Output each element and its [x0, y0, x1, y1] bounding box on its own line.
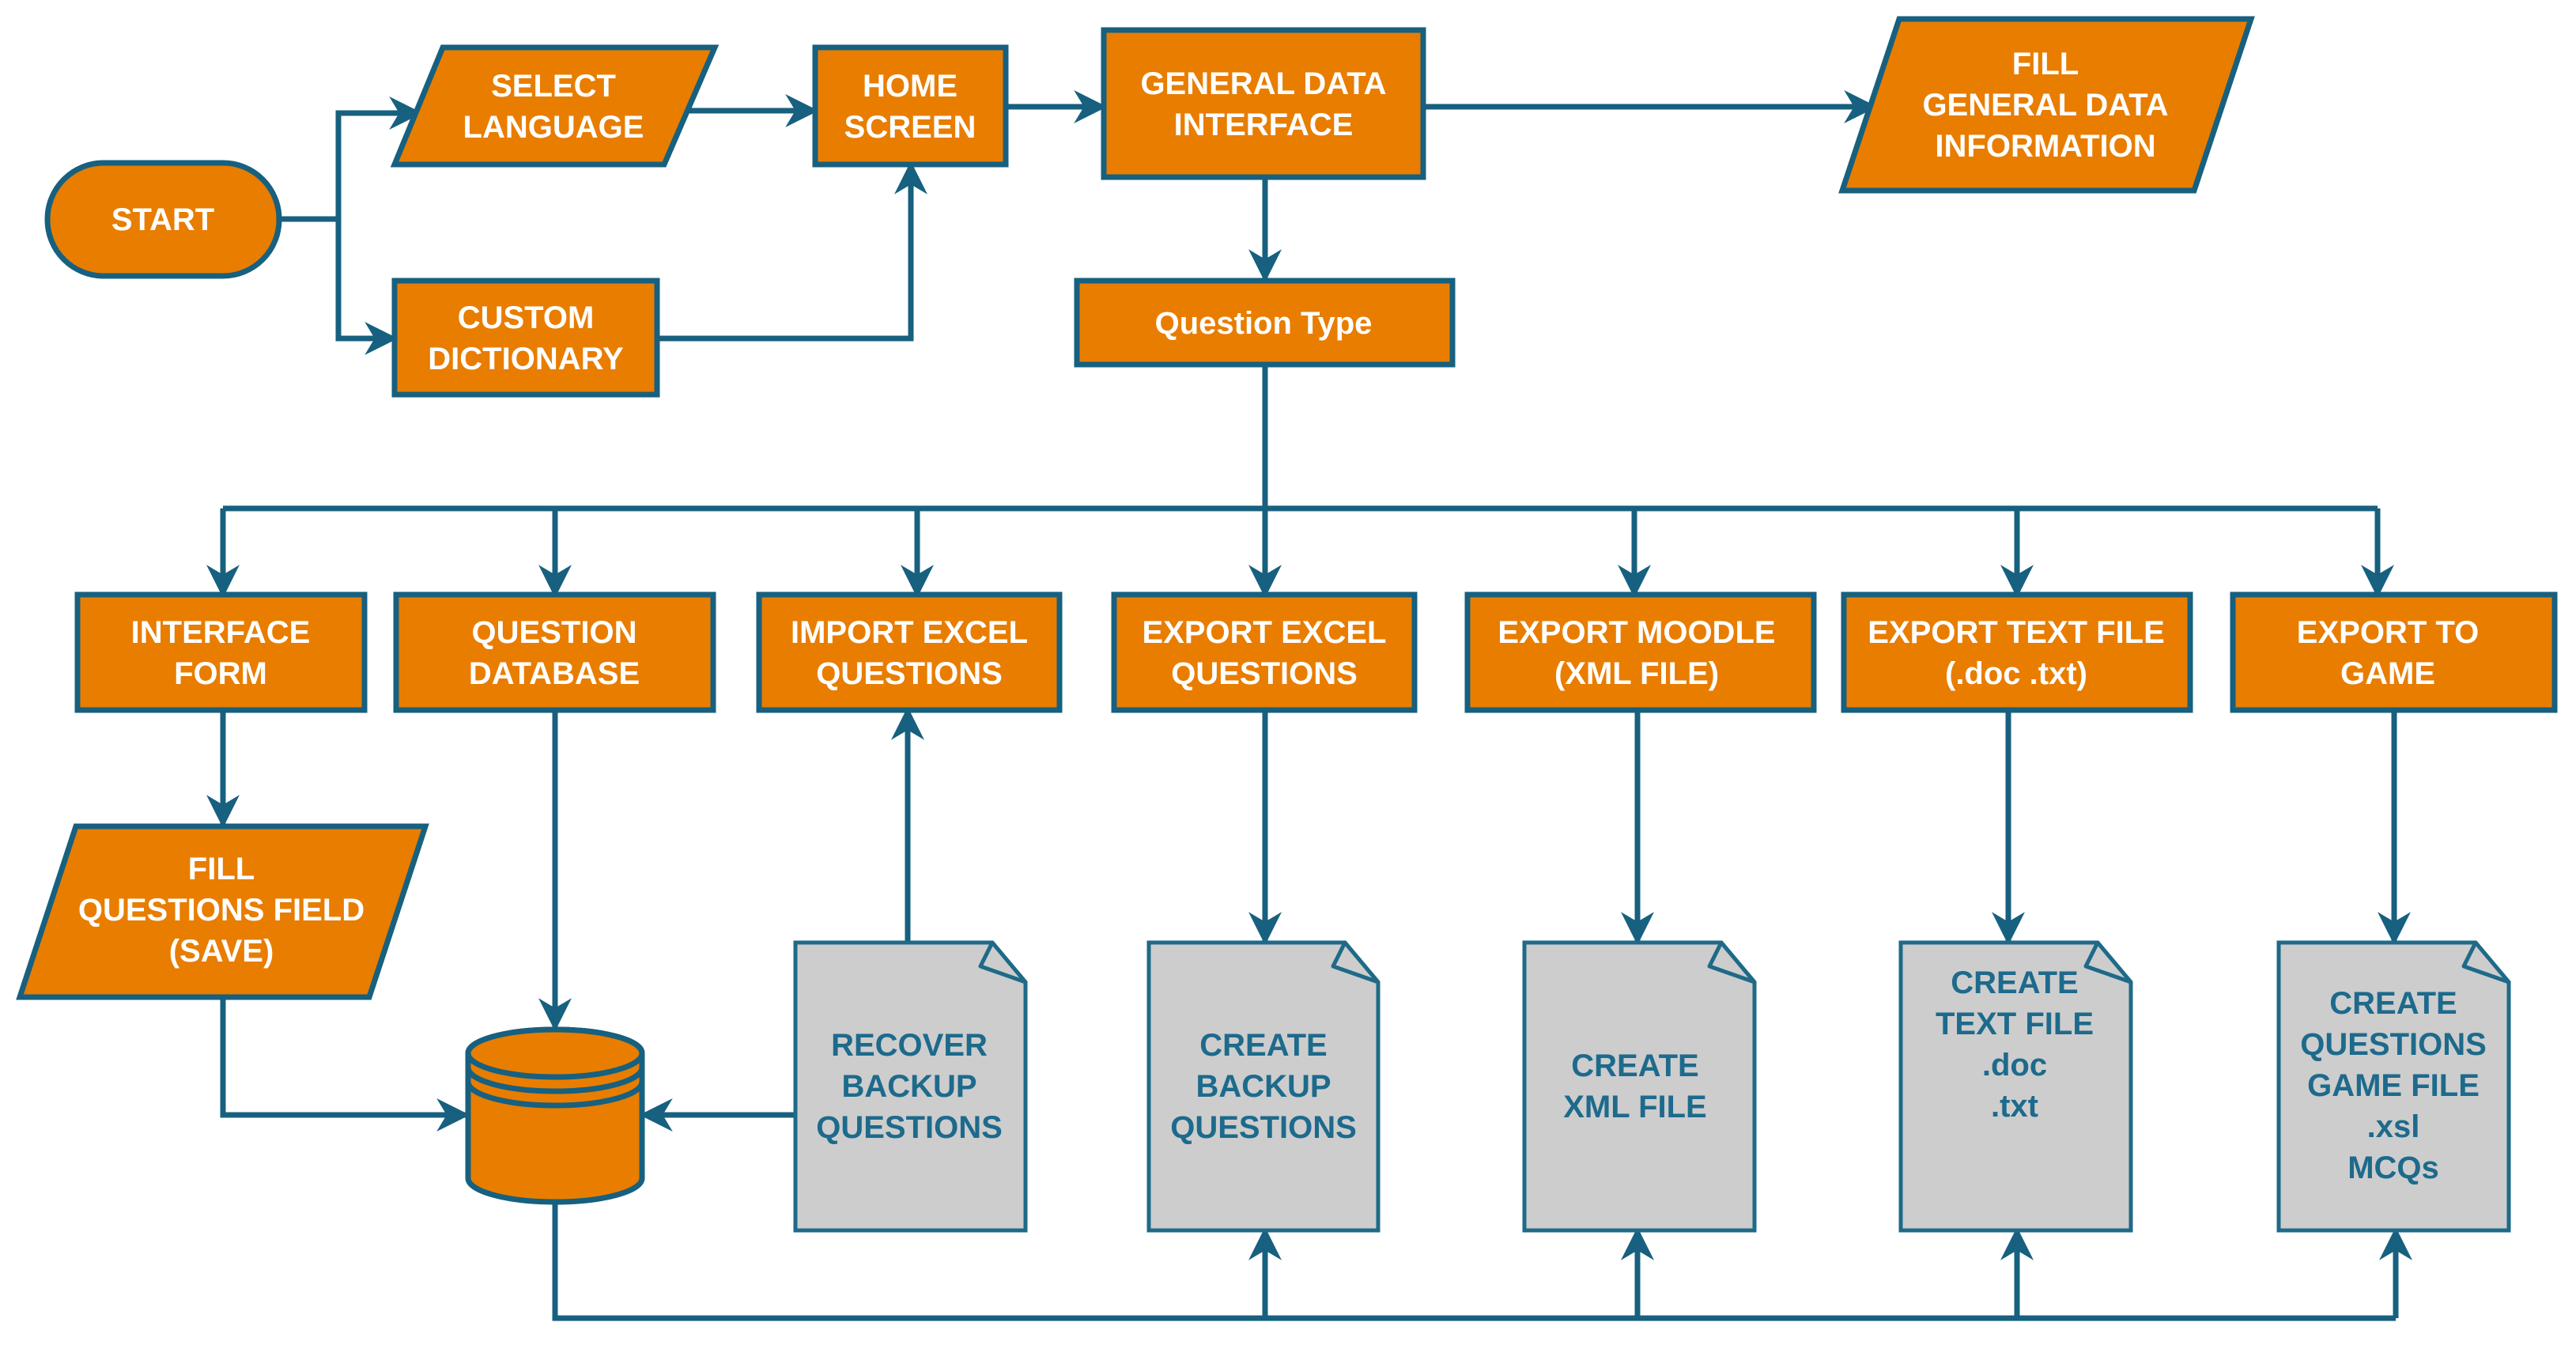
- label-line: HOME: [863, 69, 958, 104]
- node-create-backup[interactable]: CREATE BACKUP QUESTIONS: [1146, 940, 1381, 1233]
- general-data-interface-box: [1101, 27, 1426, 180]
- node-export-excel[interactable]: EXPORT EXCEL QUESTIONS: [1111, 591, 1418, 713]
- label-line: MCQs: [2347, 1151, 2439, 1185]
- label-line: EXPORT MOODLE: [1498, 615, 1775, 650]
- node-home-screen[interactable]: HOME SCREEN: [812, 44, 1009, 168]
- label-line: SELECT: [491, 69, 616, 104]
- label-line: CREATE: [2329, 986, 2457, 1021]
- label-line: INTERFACE: [1174, 108, 1354, 142]
- interface-form-box: [74, 591, 368, 713]
- label-line: CREATE: [1951, 965, 2078, 1000]
- node-select-language[interactable]: SELECT LANGUAGE: [390, 44, 720, 168]
- export-game-box: [2230, 591, 2558, 713]
- export-text-box: [1841, 591, 2193, 713]
- database-cylinder-top: [465, 1026, 645, 1080]
- node-import-excel[interactable]: IMPORT EXCEL QUESTIONS: [756, 591, 1063, 713]
- edge-fill-questions-to-database: [220, 999, 470, 1132]
- label-line: XML FILE: [1563, 1090, 1706, 1124]
- label-line: SCREEN: [844, 110, 976, 145]
- label-line: TEXT FILE: [1936, 1007, 2094, 1041]
- node-export-text[interactable]: EXPORT TEXT FILE (.doc .txt): [1841, 591, 2193, 713]
- label-line: BACKUP: [1195, 1069, 1331, 1104]
- node-create-xml[interactable]: CREATE XML FILE: [1522, 940, 1757, 1233]
- node-custom-dictionary[interactable]: CUSTOM DICTIONARY: [391, 278, 660, 398]
- label-line: Question Type: [1155, 306, 1373, 341]
- node-question-type[interactable]: Question Type: [1074, 278, 1456, 368]
- label-line: QUESTIONS: [816, 1110, 1003, 1145]
- node-general-data-interface[interactable]: GENERAL DATA INTERFACE: [1101, 27, 1426, 180]
- node-recover-backup[interactable]: RECOVER BACKUP QUESTIONS: [793, 940, 1028, 1233]
- node-export-game[interactable]: EXPORT TO GAME: [2230, 591, 2558, 713]
- node-label: RECOVER BACKUP QUESTIONS: [816, 1028, 1003, 1145]
- node-fill-questions-field[interactable]: FILL QUESTIONS FIELD (SAVE): [16, 823, 429, 1000]
- node-export-moodle[interactable]: EXPORT MOODLE (XML FILE): [1464, 591, 1817, 713]
- label-line: CREATE: [1199, 1028, 1327, 1063]
- label-line: FILL: [2012, 47, 2079, 81]
- node-label: Question Type: [1155, 306, 1373, 341]
- node-label: START: [111, 202, 214, 237]
- label-line: INFORMATION: [1935, 129, 2155, 164]
- node-start[interactable]: START: [44, 160, 282, 279]
- label-line: FORM: [174, 656, 267, 691]
- edge-start-to-custom-dictionary: [335, 219, 398, 355]
- label-line: START: [111, 202, 214, 237]
- node-create-game-file[interactable]: CREATE QUESTIONS GAME FILE .xsl MCQs: [2276, 940, 2511, 1233]
- question-database-box: [393, 591, 716, 713]
- label-line: GENERAL DATA: [1922, 88, 2168, 123]
- label-line: EXPORT TEXT FILE: [1868, 615, 2165, 650]
- label-line: QUESTION: [472, 615, 637, 650]
- label-line: IMPORT EXCEL: [791, 615, 1028, 650]
- label-line: .xsl: [2367, 1109, 2420, 1144]
- label-line: EXPORT EXCEL: [1143, 615, 1387, 650]
- label-line: GAME FILE: [2307, 1068, 2480, 1103]
- node-database[interactable]: [465, 1026, 645, 1205]
- home-screen-box: [812, 44, 1009, 168]
- label-line: DICTIONARY: [428, 342, 624, 376]
- label-line: QUESTIONS: [816, 656, 1003, 691]
- export-excel-box: [1111, 591, 1418, 713]
- label-line: GENERAL DATA: [1140, 66, 1386, 101]
- custom-dictionary-box: [391, 278, 660, 398]
- label-line: RECOVER: [831, 1028, 988, 1063]
- label-line: GAME: [2340, 656, 2435, 691]
- select-language-parallelogram: [390, 44, 720, 168]
- label-line: FILL: [188, 852, 255, 886]
- create-xml-document: [1522, 940, 1757, 1233]
- label-line: DATABASE: [469, 656, 640, 691]
- node-fill-general-data[interactable]: FILL GENERAL DATA INFORMATION: [1838, 16, 2255, 194]
- label-line: QUESTIONS FIELD: [78, 893, 364, 928]
- label-line: QUESTIONS: [2300, 1027, 2487, 1062]
- node-question-database[interactable]: QUESTION DATABASE: [393, 591, 716, 713]
- label-line: QUESTIONS: [1170, 1110, 1357, 1145]
- label-line: INTERFACE: [131, 615, 311, 650]
- flowchart: START SELECT LANGUAGE CUSTOM DICTIONARY HO…: [16, 16, 2558, 1321]
- label-line: EXPORT TO: [2297, 615, 2479, 650]
- label-line: .txt: [1991, 1089, 2038, 1124]
- label-line: CUSTOM: [458, 300, 595, 335]
- label-line: (XML FILE): [1554, 656, 1719, 691]
- export-moodle-box: [1464, 591, 1817, 713]
- edge-custom-dictionary-to-home-screen: [657, 161, 927, 342]
- label-line: BACKUP: [841, 1069, 976, 1104]
- label-line: LANGUAGE: [463, 110, 644, 145]
- label-line: QUESTIONS: [1171, 656, 1358, 691]
- label-line: .doc: [1982, 1048, 2047, 1083]
- label-line: (SAVE): [169, 934, 274, 969]
- label-line: CREATE: [1571, 1049, 1698, 1083]
- label-line: (.doc .txt): [1945, 656, 2087, 691]
- node-interface-form[interactable]: INTERFACE FORM: [74, 591, 368, 713]
- node-create-text[interactable]: CREATE TEXT FILE .doc .txt: [1898, 940, 2133, 1233]
- import-excel-box: [756, 591, 1063, 713]
